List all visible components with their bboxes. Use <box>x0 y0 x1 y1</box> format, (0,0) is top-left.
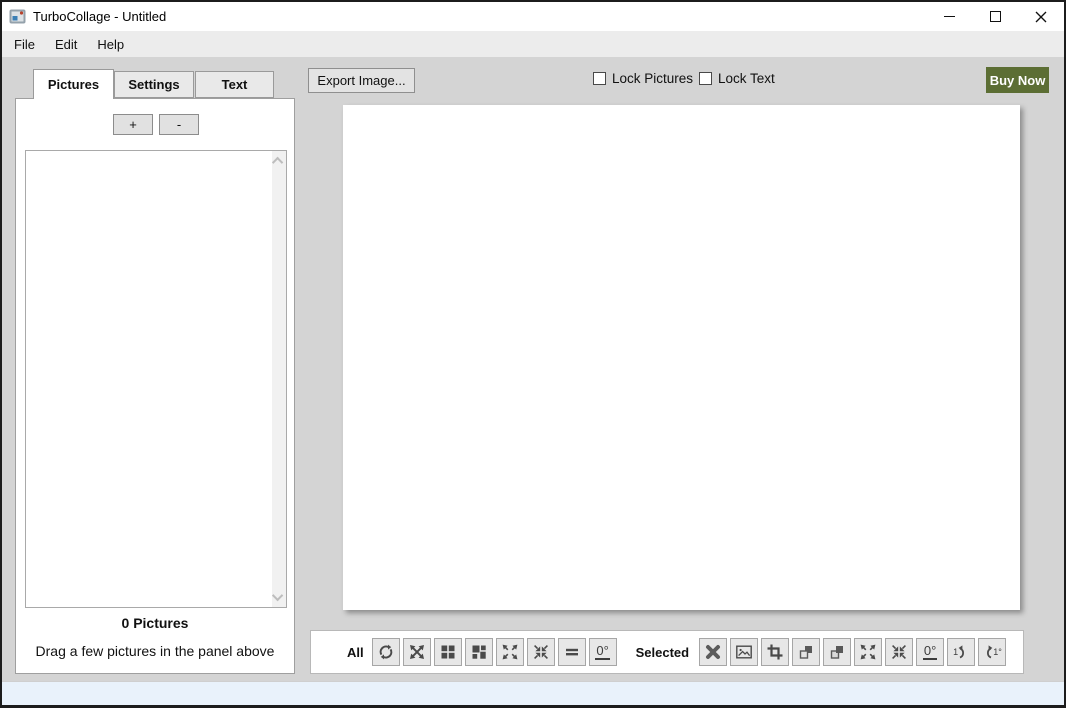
lock-text-control: Lock Text <box>699 71 775 86</box>
minimize-icon <box>943 16 955 17</box>
crop-icon <box>767 644 783 660</box>
tab-settings[interactable]: Settings <box>114 71 194 98</box>
scroll-up-button[interactable] <box>271 153 286 169</box>
lock-text-label: Lock Text <box>718 71 775 86</box>
shuffle-pictures-icon <box>409 645 424 659</box>
bring-forward-button[interactable] <box>823 638 852 666</box>
menu-edit[interactable]: Edit <box>45 33 87 56</box>
regenerate-button[interactable] <box>371 638 400 666</box>
window-controls <box>926 2 1064 31</box>
enlarge-icon <box>860 644 876 660</box>
collage-canvas[interactable] <box>343 105 1020 610</box>
grid-equal-layout-button[interactable] <box>433 638 462 666</box>
menu-bar: File Edit Help <box>2 31 1064 57</box>
lock-pictures-control: Lock Pictures <box>593 71 693 86</box>
send-backward-button[interactable] <box>792 638 821 666</box>
chevron-up-icon <box>271 156 284 169</box>
equal-size-icon <box>565 648 578 656</box>
bottom-toolbar: All 0° Selected 0° 1 1° <box>310 630 1024 674</box>
rotate-selected-zero-button[interactable]: 0° <box>916 638 945 666</box>
app-logo-icon <box>9 9 26 24</box>
tab-text[interactable]: Text <box>195 71 274 98</box>
pictures-panel: + - 0 Pictures Drag a few pictures in th… <box>15 98 295 674</box>
rotate-right-one-button[interactable]: 1° <box>978 638 1007 666</box>
shrink-selected-button[interactable] <box>885 638 914 666</box>
drag-hint-label: Drag a few pictures in the panel above <box>35 643 275 659</box>
rotate-left-1-icon <box>958 644 965 658</box>
app-window: TurboCollage - Untitled File Edit Help P… <box>0 0 1066 708</box>
export-image-button[interactable]: Export Image... <box>308 68 415 93</box>
window-title: TurboCollage - Untitled <box>33 9 167 24</box>
grid-equal-icon <box>441 645 455 659</box>
shuffle-pictures-button[interactable] <box>402 638 431 666</box>
gather-pictures-button[interactable] <box>526 638 555 666</box>
lock-text-checkbox[interactable] <box>699 72 712 85</box>
lock-pictures-checkbox[interactable] <box>593 72 606 85</box>
maximize-icon <box>989 11 1001 22</box>
status-bar <box>2 681 1064 705</box>
close-button[interactable] <box>1018 2 1064 31</box>
replace-picture-button[interactable] <box>730 638 759 666</box>
regenerate-icon <box>379 644 392 660</box>
picture-list[interactable] <box>25 150 287 608</box>
spread-pictures-icon <box>502 644 518 660</box>
all-group-label: All <box>347 644 364 660</box>
lock-pictures-label: Lock Pictures <box>612 71 694 86</box>
tab-pictures[interactable]: Pictures <box>33 69 114 99</box>
spread-pictures-button[interactable] <box>495 638 524 666</box>
replace-picture-icon <box>736 645 753 659</box>
delete-selected-button[interactable] <box>699 638 728 666</box>
rotate-right-1-icon <box>987 644 993 658</box>
grid-mosaic-layout-button[interactable] <box>464 638 493 666</box>
menu-help[interactable]: Help <box>87 33 134 56</box>
rotate-left-one-button[interactable]: 1 <box>947 638 976 666</box>
remove-picture-button[interactable]: - <box>159 114 199 135</box>
crop-button[interactable] <box>761 638 790 666</box>
chevron-down-icon <box>271 589 284 602</box>
add-picture-button[interactable]: + <box>113 114 153 135</box>
enlarge-selected-button[interactable] <box>854 638 883 666</box>
maximize-button[interactable] <box>972 2 1018 31</box>
minimize-button[interactable] <box>926 2 972 31</box>
picture-count-label: 0 Pictures <box>121 615 189 631</box>
bring-forward-icon <box>830 646 844 659</box>
selected-group-label: Selected <box>635 644 690 660</box>
scroll-down-button[interactable] <box>271 589 286 605</box>
rotate-zero-label: 0° <box>922 643 938 660</box>
menu-file[interactable]: File <box>4 33 45 56</box>
shrink-icon <box>892 645 907 659</box>
buy-now-button[interactable]: Buy Now <box>986 67 1049 93</box>
delete-icon <box>706 645 721 659</box>
rotate-all-zero-button[interactable]: 0° <box>588 638 617 666</box>
send-backward-icon <box>799 646 813 659</box>
gather-pictures-icon <box>533 645 548 659</box>
rotate-one-label: 1° <box>993 647 1002 657</box>
grid-mosaic-icon <box>472 645 486 659</box>
title-bar: TurboCollage - Untitled <box>2 2 1064 31</box>
close-icon <box>1035 11 1047 22</box>
rotate-zero-label: 0° <box>595 643 610 660</box>
equal-size-button[interactable] <box>557 638 586 666</box>
picture-list-scrollbar[interactable] <box>271 151 286 607</box>
